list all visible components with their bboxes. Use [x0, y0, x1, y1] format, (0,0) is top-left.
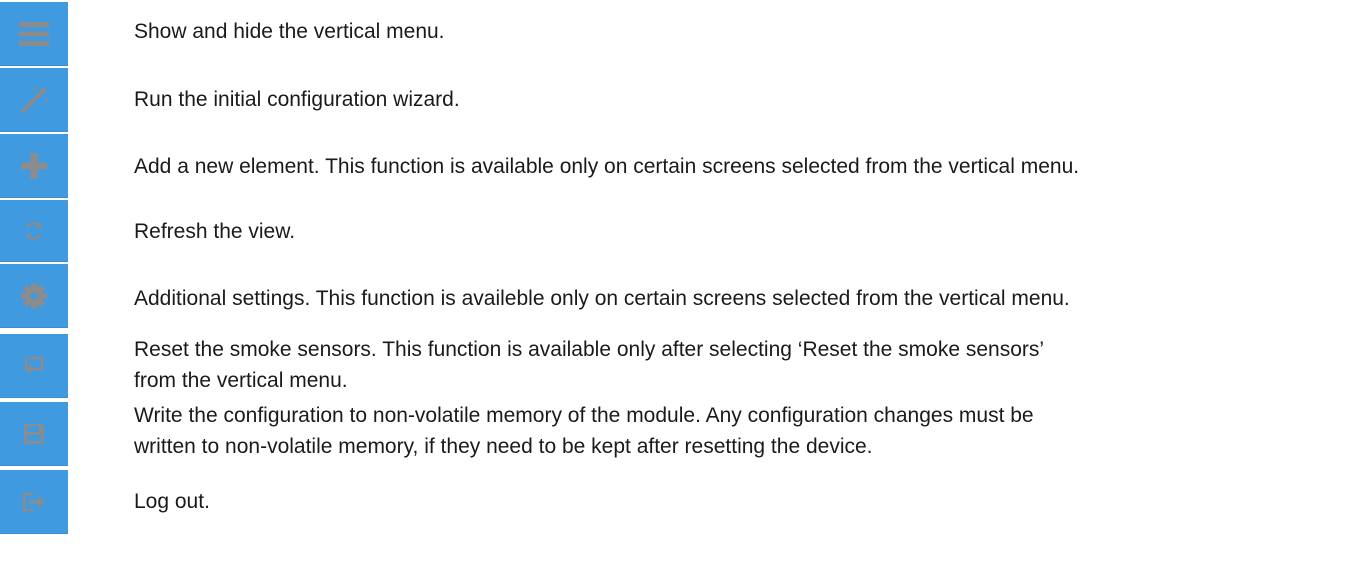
description-line: Log out. [134, 490, 210, 513]
save-description: Write the configuration to non-volatile … [134, 400, 1034, 462]
refresh-description: Refresh the view. [134, 216, 295, 247]
add-description: Add a new element. This function is avai… [134, 151, 1079, 182]
menu-button[interactable] [0, 2, 68, 66]
description-line: Additional settings. This function is av… [134, 287, 1070, 310]
description-line: Refresh the view. [134, 220, 296, 243]
wizard-button[interactable] [0, 68, 68, 132]
settings-description: Additional settings. This function is av… [134, 283, 1070, 314]
menu-description: Show and hide the vertical menu. [134, 16, 445, 47]
gear-icon [21, 283, 47, 309]
reset-icon [24, 356, 44, 374]
settings-button[interactable] [0, 264, 68, 328]
refresh-icon [25, 222, 43, 240]
hamburger-menu-icon [19, 22, 49, 46]
description-line: Show and hide the vertical menu. [134, 20, 445, 43]
description-line: Add a new element. This function is avai… [134, 155, 1080, 178]
wizard-description: Run the initial configuration wizard. [134, 84, 460, 115]
logout-button[interactable] [0, 470, 68, 534]
description-line: Reset the smoke sensors. This function i… [134, 338, 1045, 361]
logout-description: Log out. [134, 486, 210, 517]
description-line: Write the configuration to non-volatile … [134, 404, 1034, 427]
logout-icon [22, 492, 45, 512]
floppy-disk-icon [24, 424, 44, 444]
description-line: Run the initial configuration wizard. [134, 88, 460, 111]
plus-icon [21, 153, 47, 179]
save-button[interactable] [0, 402, 68, 466]
description-line: from the vertical menu. [134, 369, 348, 392]
refresh-button[interactable] [0, 200, 68, 262]
reset-sensors-button[interactable] [0, 334, 68, 398]
magic-wand-icon [21, 86, 49, 113]
description-line: written to non-volatile memory, if they … [134, 435, 873, 458]
reset-sensors-description: Reset the smoke sensors. This function i… [134, 334, 1044, 396]
add-button[interactable] [0, 134, 68, 198]
